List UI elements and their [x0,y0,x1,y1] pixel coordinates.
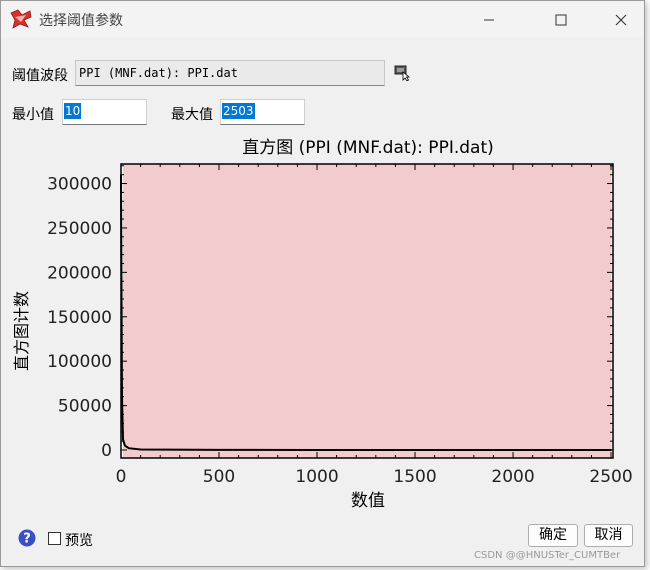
x-tick-label: 0 [116,467,127,487]
svg-text:?: ? [23,532,31,547]
y-tick-label: 250000 [47,219,112,239]
histogram-chart[interactable]: 直方图 (PPI (MNF.dat): PPI.dat) 0 500 1000 150… [1,133,644,513]
y-tick-label: 100000 [47,352,112,372]
ok-button[interactable]: 确定 [528,524,578,547]
x-tick-label: 1500 [393,467,436,487]
minimize-button[interactable] [467,7,511,33]
chart-title: 直方图 (PPI (MNF.dat): PPI.dat) [242,138,494,158]
help-icon[interactable]: ? [18,529,36,547]
max-label: 最大值 [171,107,213,123]
band-picker-icon[interactable] [394,63,412,81]
band-label: 阈值波段 [12,68,68,84]
min-label: 最小值 [12,107,54,123]
y-tick-label: 200000 [47,263,112,283]
max-input[interactable]: 2503 [220,99,305,125]
y-tick-label: 150000 [47,308,112,328]
threshold-dialog: 选择阈值参数 阈值波段 PPI (MNF.dat): PPI.dat 最小值 1… [0,0,645,567]
close-icon [615,14,627,26]
envi-app-icon [10,9,32,29]
y-tick-label: 0 [101,441,112,461]
cancel-button[interactable]: 取消 [584,524,633,547]
band-select[interactable]: PPI (MNF.dat): PPI.dat [75,60,385,86]
title-bar[interactable]: 选择阈值参数 [1,1,644,37]
x-tick-label: 2500 [589,467,632,487]
min-input[interactable]: 10 [62,99,147,125]
selected-range-highlight [122,164,612,458]
max-value: 2503 [222,103,255,119]
y-tick-label: 300000 [47,175,112,195]
plot-area: 0 500 1000 1500 2000 2500 0 50000 100000 150000 20… [47,163,633,487]
min-value: 10 [64,103,82,119]
maximize-icon [555,14,567,26]
window-title: 选择阈值参数 [39,13,123,29]
y-axis-label: 直方图计数 [12,291,31,371]
x-tick-label: 1000 [295,467,338,487]
x-axis-label: 数值 [351,491,385,511]
x-tick-label: 500 [203,467,235,487]
close-button[interactable] [599,7,643,33]
minimize-icon [484,19,494,21]
preview-checkbox[interactable] [48,532,61,545]
watermark: CSDN @@HNUSTer_CUMTBer [474,550,621,561]
preview-label: 预览 [65,533,93,549]
maximize-button[interactable] [539,7,583,33]
y-tick-label: 50000 [58,397,112,417]
x-tick-label: 2000 [491,467,534,487]
